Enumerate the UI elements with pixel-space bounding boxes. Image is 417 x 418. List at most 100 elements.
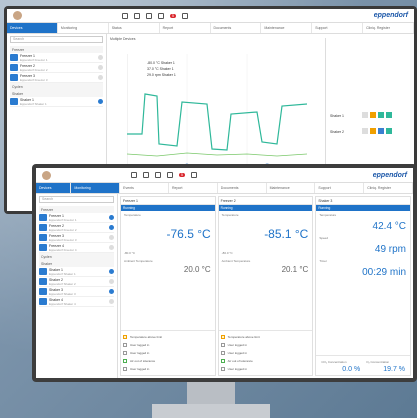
group-shaker[interactable]: Shaker bbox=[10, 90, 103, 97]
search-input[interactable]: Search bbox=[10, 36, 103, 43]
list-item[interactable]: Shaker 1 Eppendorf Shaker 1 bbox=[39, 267, 114, 277]
ambient-label: Ambient Temperature bbox=[124, 259, 153, 263]
tab-register[interactable]: Cliniq. Register bbox=[364, 183, 413, 193]
group-cyclen[interactable]: Cyclen bbox=[10, 83, 103, 90]
log-row[interactable]: User logged in bbox=[220, 341, 311, 349]
home-icon[interactable] bbox=[155, 172, 161, 178]
group-shaker[interactable]: Shaker bbox=[39, 260, 114, 267]
tab-status[interactable]: Status bbox=[109, 23, 160, 33]
matrix-cell[interactable] bbox=[362, 128, 368, 134]
logout-icon[interactable] bbox=[122, 12, 128, 19]
search-input[interactable]: Search bbox=[39, 196, 114, 203]
log-row[interactable]: Temperature above limit bbox=[220, 333, 311, 341]
select-checkbox[interactable] bbox=[109, 215, 114, 220]
tab-register[interactable]: Cliniq. Register bbox=[363, 23, 414, 33]
tab-label: Documents bbox=[213, 26, 232, 30]
tab-label: Support bbox=[318, 186, 331, 190]
select-checkbox[interactable] bbox=[109, 269, 114, 274]
list-item[interactable]: Shaker 3 Eppendorf Shaker 3 bbox=[39, 287, 114, 297]
select-checkbox[interactable] bbox=[109, 225, 114, 230]
info-icon bbox=[220, 343, 225, 347]
logout-icon[interactable] bbox=[131, 172, 137, 178]
tab-label: Support bbox=[315, 26, 328, 30]
tab-maintenance[interactable]: Maintenance bbox=[261, 23, 313, 33]
ambient-value: 20.0 °C bbox=[183, 265, 211, 274]
filter-icon[interactable] bbox=[167, 172, 173, 178]
tab-maintenance[interactable]: Maintenance bbox=[267, 183, 316, 193]
temperature-value: -85.1 °C bbox=[264, 227, 309, 241]
tab-support[interactable]: Support bbox=[315, 183, 365, 193]
o2-label: O₂ Concentration bbox=[366, 360, 390, 364]
list-item[interactable]: Freezer 3 Eppendorf Freezer 3 bbox=[39, 233, 114, 243]
log-row[interactable]: Air out of tolerance bbox=[123, 357, 213, 365]
tab-support[interactable]: Support bbox=[312, 23, 364, 33]
list-item[interactable]: Freezer 4 Eppendorf Freezer 4 bbox=[39, 243, 114, 253]
matrix-cell[interactable] bbox=[370, 128, 376, 134]
log-row[interactable]: User logged in bbox=[123, 365, 213, 373]
select-checkbox[interactable] bbox=[109, 289, 114, 294]
device-panel[interactable]: Freezer 2 Running Temperature -85.1 °C -… bbox=[217, 196, 314, 376]
select-checkbox[interactable] bbox=[109, 235, 114, 240]
tab-monitoring[interactable]: Monitoring bbox=[71, 183, 121, 193]
home-icon[interactable] bbox=[146, 12, 152, 19]
list-item[interactable]: Shaker 1 Eppendorf Shaker 1 bbox=[10, 97, 103, 107]
warning-icon bbox=[123, 335, 127, 339]
device-panel[interactable]: Freezer 1 Running Temperature -76.5 °C -… bbox=[120, 196, 216, 376]
tab-monitoring[interactable]: Monitoring bbox=[58, 23, 109, 33]
tab-report[interactable]: Report bbox=[160, 23, 211, 33]
group-cyclen[interactable]: Cyclen bbox=[39, 253, 114, 260]
select-checkbox[interactable] bbox=[109, 299, 114, 304]
matrix-cell[interactable] bbox=[362, 112, 368, 118]
list-item[interactable]: Shaker 2 Eppendorf Shaker 2 bbox=[39, 277, 114, 287]
list-item[interactable]: Freezer 2 Eppendorf Freezer 2 bbox=[39, 223, 114, 233]
select-checkbox[interactable] bbox=[98, 99, 103, 104]
log-row[interactable]: User logged in bbox=[220, 365, 311, 373]
avatar[interactable] bbox=[13, 11, 22, 20]
tab-devices[interactable]: Devices bbox=[7, 23, 58, 33]
group-freezer[interactable]: Freezer bbox=[10, 46, 103, 53]
group-freezer[interactable]: Freezer bbox=[39, 206, 114, 213]
matrix-cell[interactable] bbox=[378, 112, 384, 118]
tab-documents[interactable]: Documents bbox=[211, 23, 262, 33]
log-row[interactable]: User logged in bbox=[123, 349, 213, 357]
timer-value: 00:29 min bbox=[362, 267, 407, 278]
speed-label: Speed bbox=[319, 236, 329, 240]
info-icon[interactable] bbox=[181, 12, 188, 19]
select-checkbox[interactable] bbox=[109, 245, 114, 250]
device-panel[interactable]: Shaker 3 Running Temperature 42.4 °C Spe… bbox=[315, 196, 412, 376]
filter-icon[interactable] bbox=[158, 12, 164, 19]
log-row[interactable]: Air out of tolerance bbox=[220, 357, 311, 365]
matrix-cell[interactable] bbox=[378, 128, 384, 134]
back-tabbar: Devices Monitoring Status Report Documen… bbox=[7, 23, 414, 34]
menu-icon[interactable] bbox=[143, 172, 149, 178]
log-row[interactable]: User logged in bbox=[123, 341, 213, 349]
list-item[interactable]: Freezer 1 Eppendorf Freezer 1 bbox=[39, 213, 114, 223]
device-sub: Eppendorf Shaker 2 bbox=[49, 281, 76, 286]
select-checkbox[interactable] bbox=[109, 279, 114, 284]
tab-report[interactable]: Report bbox=[169, 183, 218, 193]
notification-badge[interactable]: 5 bbox=[179, 173, 185, 177]
log-row[interactable]: User logged in bbox=[220, 349, 311, 357]
select-checkbox[interactable] bbox=[98, 65, 103, 70]
log-row[interactable]: Temperature above limit bbox=[123, 333, 213, 341]
info-icon bbox=[220, 367, 225, 371]
tab-events[interactable]: Events bbox=[120, 183, 169, 193]
list-item[interactable]: Freezer 2 Eppendorf Freezer 2 bbox=[10, 63, 103, 73]
list-item[interactable]: Freezer 1 Eppendorf Freezer 1 bbox=[10, 53, 103, 63]
device-sub: Eppendorf Freezer 1 bbox=[49, 217, 77, 222]
list-item[interactable]: Shaker 4 Eppendorf Shaker 4 bbox=[39, 297, 114, 307]
info-icon[interactable] bbox=[190, 172, 197, 178]
notification-badge[interactable]: 5 bbox=[170, 13, 176, 18]
tab-documents[interactable]: Documents bbox=[218, 183, 267, 193]
matrix-cell[interactable] bbox=[386, 128, 392, 134]
menu-icon[interactable] bbox=[134, 12, 140, 19]
matrix-cell[interactable] bbox=[370, 112, 376, 118]
matrix-cell[interactable] bbox=[386, 112, 392, 118]
avatar[interactable] bbox=[42, 170, 51, 180]
select-checkbox[interactable] bbox=[98, 55, 103, 60]
tab-devices[interactable]: Devices bbox=[36, 183, 72, 193]
warning-icon bbox=[220, 335, 225, 339]
select-checkbox[interactable] bbox=[98, 75, 103, 80]
co2-label: CO₂ Concentration bbox=[321, 360, 347, 364]
list-item[interactable]: Freezer 3 Eppendorf Freezer 3 bbox=[10, 73, 103, 83]
